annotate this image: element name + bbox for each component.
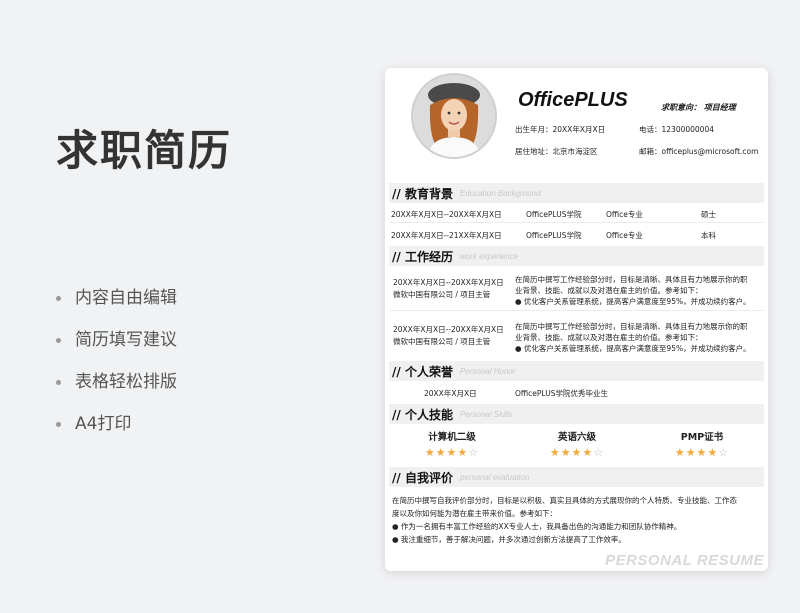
birth-info: 出生年月：20XX年X月X日 (515, 125, 606, 134)
address-info: 居住地址：北京市海淀区 (515, 147, 598, 156)
edu-major: Office专业 (606, 231, 643, 240)
section-title: // 个人技能 (392, 407, 453, 422)
avatar (413, 75, 495, 157)
job-intent: 求职意向： 项目经理 (661, 103, 736, 112)
divider (389, 222, 764, 223)
edu-school: OfficePLUS学院 (526, 210, 582, 219)
stars-filled: ★★★★ (424, 446, 469, 459)
skill-item: PMP证书 ★★★★☆ (647, 429, 757, 459)
evaluation-line: ● 作为一名拥有丰富工作经验的XX专业人士，我具备出色的沟通能力和团队协作精神。 (392, 522, 682, 531)
feature-item: 表格轻松排版 (56, 368, 177, 410)
section-title: // 工作经历 (392, 249, 453, 264)
edu-period: 20XX年X月X日--21XX年X月X日 (391, 231, 502, 240)
stars-filled: ★★★★ (549, 446, 594, 459)
resume-watermark: PERSONAL RESUME (605, 552, 764, 569)
star-rating-icon: ★★★★☆ (397, 446, 507, 459)
stars-empty: ☆ (718, 446, 730, 459)
edu-period: 20XX年X月X日--20XX年X月X日 (391, 210, 502, 219)
email-info: 邮箱：officeplus@microsoft.com (639, 147, 759, 156)
skill-name: 英语六级 (557, 432, 596, 443)
section-subtitle: Personal Skills (459, 409, 513, 419)
edu-degree: 本科 (701, 231, 716, 240)
edu-school: OfficePLUS学院 (526, 231, 582, 240)
work-section-header: // 工作经历 work experience (389, 246, 764, 266)
evaluation-text: 在简历中撰写自我评价部分时，目标是以积极、真实且具体的方式展现你的个人特质、专业… (392, 494, 762, 546)
honor-date: 20XX年X月X日 (424, 389, 477, 398)
section-subtitle: personal evaluation (459, 472, 530, 482)
evaluation-line: 在简历中撰写自我评价部分时，目标是以积极、真实且具体的方式展现你的个人特质、专业… (392, 496, 737, 505)
work-company: 微软中国有限公司 / 项目主管 (393, 337, 491, 346)
resume-preview: OfficePLUS 求职意向： 项目经理 出生年月：20XX年X月X日 电话：… (385, 68, 768, 571)
feature-label: A4打印 (75, 414, 132, 434)
evaluation-line: 度以及你如何能为潜在雇主带来价值。参考如下： (392, 509, 557, 518)
work-desc: 在简历中撰写工作经验部分时，目标是清晰、具体且有力地展示你的职 (515, 275, 748, 284)
evaluation-line: ● 我注重细节，善于解决问题，并多次通过创新方法提高了工作效率。 (392, 535, 626, 544)
resume-name: OfficePLUS (518, 89, 628, 111)
skill-item: 计算机二级 ★★★★☆ (397, 429, 507, 459)
bullet-dot-icon (56, 380, 61, 385)
skill-name: PMP证书 (680, 432, 724, 443)
phone-info: 电话：12300000004 (639, 125, 714, 134)
section-subtitle: Education Background (459, 188, 541, 198)
honor-section-header: // 个人荣誉 Personal Honor (389, 361, 764, 381)
skill-item: 英语六级 ★★★★☆ (522, 429, 632, 459)
section-title: // 教育背景 (392, 186, 453, 201)
star-rating-icon: ★★★★☆ (647, 446, 757, 459)
feature-item: 内容自由编辑 (56, 284, 177, 326)
section-title: // 自我评价 (392, 470, 453, 485)
edu-major: Office专业 (606, 210, 643, 219)
feature-label: 内容自由编辑 (75, 288, 177, 308)
stars-empty: ☆ (468, 446, 480, 459)
bullet-dot-icon (56, 422, 61, 427)
work-desc: 业背景、技能、成就以及对潜在雇主的价值。参考如下： (515, 286, 703, 295)
work-desc: ● 优化客户关系管理系统，提高客户满意度至95%，并成功续约客户。 (515, 297, 751, 306)
star-rating-icon: ★★★★☆ (522, 446, 632, 459)
stars-empty: ☆ (593, 446, 605, 459)
honor-desc: OfficePLUS学院优秀毕业生 (515, 389, 608, 398)
slide-title: 求职简历 (56, 126, 233, 175)
work-desc: ● 优化客户关系管理系统，提高客户满意度至95%，并成功续约客户。 (515, 344, 751, 353)
section-subtitle: Personal Honor (459, 366, 516, 376)
skill-name: 计算机二级 (428, 432, 476, 443)
work-period: 20XX年X月X日--20XX年X月X日 (393, 325, 504, 334)
feature-item: A4打印 (56, 410, 177, 452)
feature-label: 表格轻松排版 (75, 372, 177, 392)
skills-section-header: // 个人技能 Personal Skills (389, 404, 764, 424)
edu-degree: 硕士 (701, 210, 716, 219)
section-subtitle: work experience (459, 251, 519, 261)
evaluation-section-header: // 自我评价 personal evaluation (389, 467, 764, 487)
stars-filled: ★★★★ (674, 446, 719, 459)
section-title: // 个人荣誉 (392, 364, 453, 379)
work-company: 微软中国有限公司 / 项目主管 (393, 290, 491, 299)
bullet-dot-icon (56, 338, 61, 343)
work-desc: 在简历中撰写工作经验部分时，目标是清晰、具体且有力地展示你的职 (515, 322, 748, 331)
bullet-dot-icon (56, 296, 61, 301)
education-section-header: // 教育背景 Education Background (389, 183, 764, 203)
feature-item: 简历填写建议 (56, 326, 177, 368)
feature-list: 内容自由编辑 简历填写建议 表格轻松排版 A4打印 (56, 284, 177, 452)
divider (389, 310, 764, 311)
work-period: 20XX年X月X日--20XX年X月X日 (393, 278, 504, 287)
feature-label: 简历填写建议 (75, 330, 177, 350)
work-desc: 业背景、技能、成就以及对潜在雇主的价值。参考如下： (515, 333, 703, 342)
